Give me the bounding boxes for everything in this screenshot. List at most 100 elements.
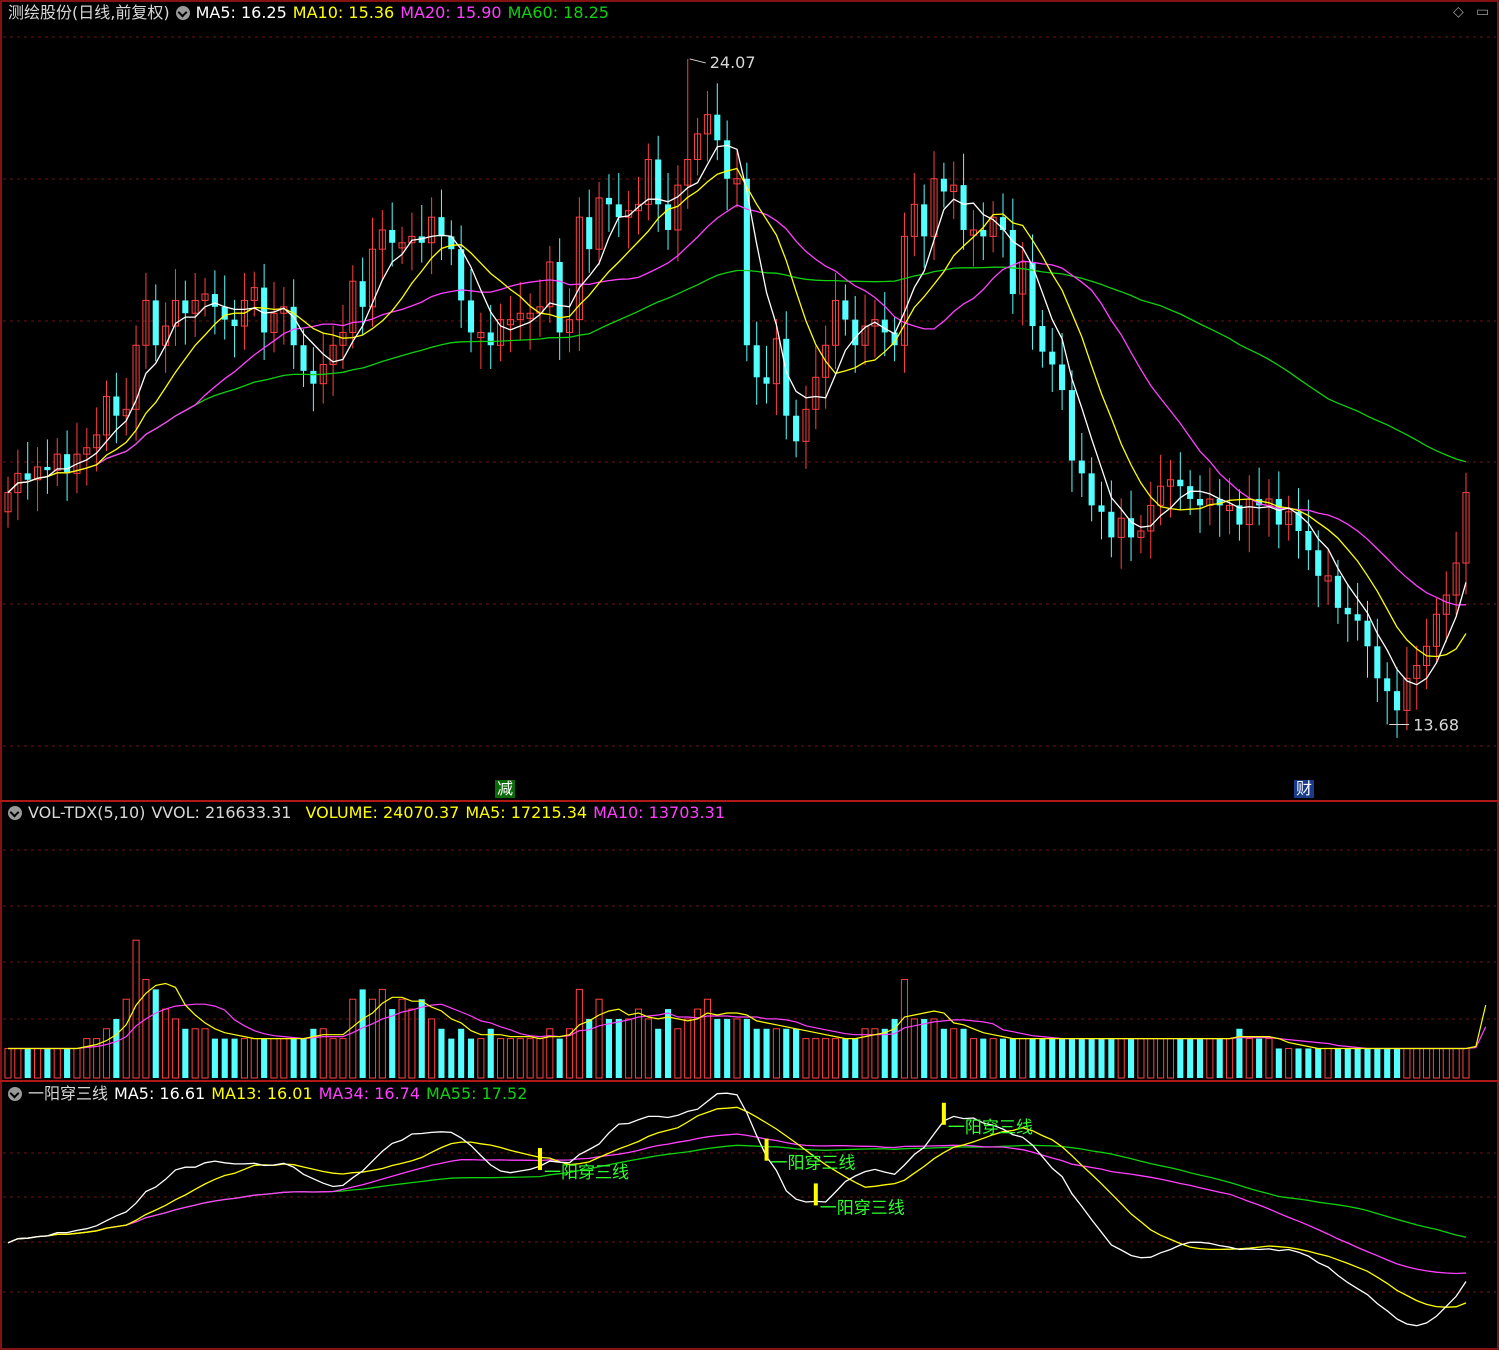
volume-bar [1177, 1038, 1184, 1078]
vol-ma10-value: MA10: 13703.31 [593, 803, 725, 822]
volume-bar [940, 1028, 947, 1078]
tag-reduce[interactable]: 减 [495, 780, 516, 798]
volume-bar [1442, 1047, 1450, 1079]
volume-value: VOLUME: 24070.37 [305, 803, 460, 822]
candle-body [300, 345, 307, 371]
volume-bar [783, 1028, 790, 1078]
candle-body [438, 217, 445, 237]
candle-body [605, 197, 612, 205]
volume-bar [724, 1018, 731, 1078]
volume-bar [1324, 1047, 1332, 1079]
candle-body [1078, 460, 1085, 474]
volume-bar [182, 1028, 189, 1078]
ind-ma34-line [7, 1133, 1467, 1275]
volume-bar [793, 1028, 800, 1078]
volume-bar [14, 1047, 22, 1079]
volume-bar [290, 1038, 297, 1078]
signal-label: 一阳穿三线 [948, 1118, 1033, 1138]
volume-bar [684, 1018, 692, 1079]
volume-bar [1216, 1038, 1223, 1078]
volume-bar [586, 1018, 593, 1078]
volume-bar [1009, 1038, 1016, 1078]
indicator-name[interactable]: 一阳穿三线 [28, 1084, 108, 1103]
candle-body [753, 345, 760, 378]
volume-bar [329, 1038, 337, 1079]
candle-body [556, 261, 563, 333]
volume-bar [1334, 1048, 1341, 1078]
candle-body [881, 319, 888, 333]
volume-bar [1166, 1038, 1175, 1079]
ind-ma13-value: MA13: 16.01 [211, 1084, 313, 1103]
candle-body [655, 159, 662, 205]
dropdown-icon[interactable] [175, 6, 190, 20]
volume-bar [300, 1038, 307, 1078]
volume-bar [240, 1038, 248, 1079]
volume-bar [556, 1038, 563, 1078]
signal-label: 一阳穿三线 [820, 1198, 905, 1218]
volume-bar [1285, 1047, 1293, 1079]
window-restore-icon[interactable]: ▭ [1476, 4, 1489, 20]
volume-bar [1384, 1048, 1391, 1078]
candle-body [1088, 473, 1095, 506]
volume-bar [44, 1048, 51, 1078]
candle-body [793, 415, 800, 442]
volume-bar [1393, 1048, 1401, 1078]
candle-body [211, 294, 218, 307]
candle-body [152, 300, 159, 346]
volume-bar [497, 1038, 505, 1079]
candle-body [310, 370, 317, 384]
candle-body [1049, 351, 1056, 365]
volume-bar [102, 1028, 111, 1079]
volume-bar [1059, 1038, 1066, 1078]
volume-bar [1128, 1038, 1135, 1078]
volume-bar [921, 1018, 928, 1078]
volume-bar [142, 979, 150, 1079]
volume-bar [615, 1018, 622, 1078]
stock-title[interactable]: 测绘股份(日线,前复权) [8, 3, 170, 22]
volume-bar [152, 989, 159, 1078]
volume-bar [842, 1038, 849, 1078]
volume-bar [4, 1047, 12, 1079]
candle-body [261, 287, 268, 333]
candle-body [586, 217, 593, 250]
volume-bar [113, 1018, 120, 1078]
ma5-value: MA5: 16.25 [195, 3, 287, 22]
candle-body [1315, 550, 1322, 576]
volume-bar [674, 1028, 682, 1079]
ma5-line [7, 144, 1467, 686]
volume-bar [1117, 1038, 1125, 1079]
candle-body [842, 300, 849, 320]
ma10-value: MA10: 15.36 [292, 3, 395, 22]
ind-ma55-line [7, 1144, 1467, 1244]
candle-body [960, 185, 967, 230]
candle-body [1098, 505, 1105, 512]
volume-bar [644, 1018, 652, 1079]
dropdown-icon[interactable] [8, 806, 22, 820]
volume-bar [221, 1038, 228, 1078]
signal-marker [537, 1148, 542, 1171]
candle-body [1039, 326, 1046, 352]
volume-bar [53, 1047, 61, 1079]
candle-body [763, 377, 770, 384]
vol-indicator-name[interactable]: VOL-TDX(5,10) [28, 803, 145, 822]
volume-bar [506, 1038, 514, 1079]
dropdown-icon[interactable] [8, 1087, 22, 1101]
diamond-icon[interactable]: ◇ [1453, 4, 1464, 20]
tag-finance[interactable]: 财 [1294, 780, 1315, 798]
volume-bar [753, 1028, 760, 1078]
volume-bar [1374, 1048, 1381, 1078]
volume-bar [448, 1038, 455, 1078]
volume-bar [122, 998, 130, 1079]
volume-bar [280, 1038, 288, 1079]
volume-bar [664, 1009, 672, 1078]
main-header: 测绘股份(日线,前复权) MA5: 16.25 MA10: 15.36 MA20: 1… [8, 3, 615, 23]
ma20-value: MA20: 15.90 [400, 3, 502, 22]
volume-bar [969, 1038, 977, 1079]
volume-bar [1196, 1038, 1204, 1078]
volume-bar [1344, 1048, 1351, 1078]
volume-bar [349, 998, 357, 1079]
candle-body [64, 454, 71, 474]
volume-bar [822, 1038, 830, 1079]
volume-bar [191, 1028, 199, 1079]
volume-bar [772, 1028, 780, 1079]
